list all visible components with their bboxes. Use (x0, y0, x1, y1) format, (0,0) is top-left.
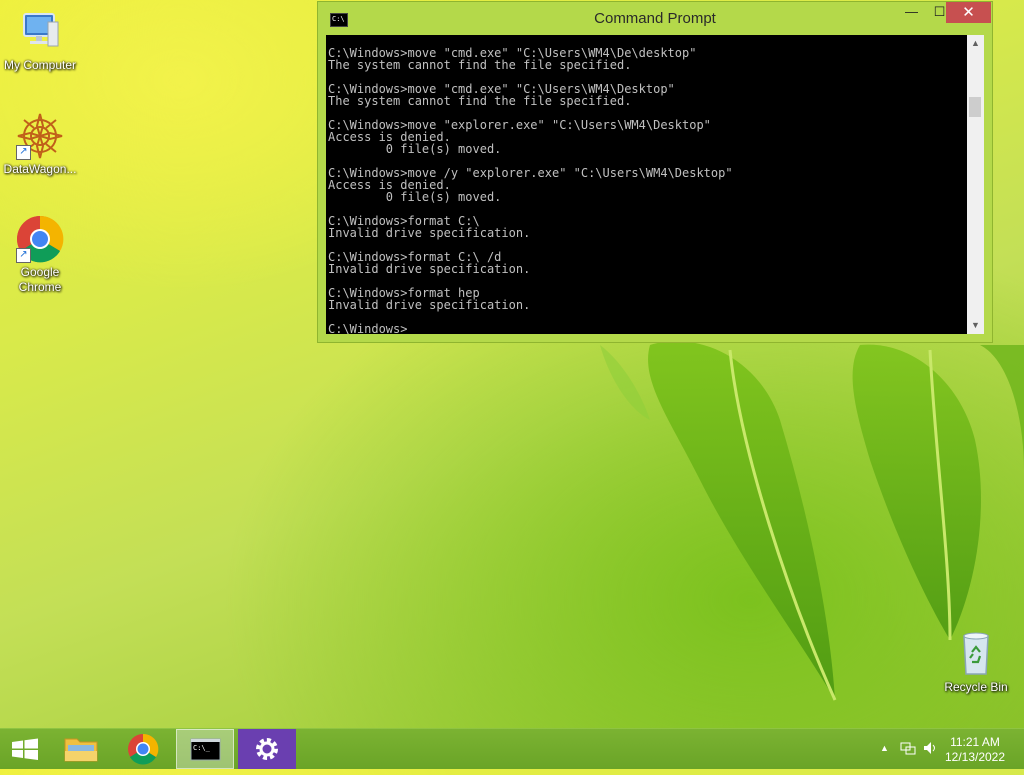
desktop-icon-label: Google Chrome (18, 265, 62, 294)
desktop-icon-recycle-bin[interactable]: Recycle Bin (936, 630, 1016, 695)
network-icon[interactable] (900, 740, 916, 759)
datawagon-icon: ↗ (16, 112, 64, 160)
taskbar-settings[interactable] (238, 729, 296, 769)
minimize-button[interactable]: — (898, 2, 925, 23)
console-text: C:\Windows>move "cmd.exe" "C:\Users\WM4\… (328, 46, 733, 334)
clock-time: 11:21 AM (950, 735, 1000, 749)
desktop-icon-label: DataWagon... (3, 162, 77, 176)
scroll-up-icon[interactable]: ▲ (967, 35, 984, 52)
shortcut-arrow-icon: ↗ (16, 145, 31, 160)
desktop-icon-datawagon[interactable]: ↗ DataWagon... (0, 112, 80, 177)
console-output[interactable]: C:\Windows>move "cmd.exe" "C:\Users\WM4\… (326, 35, 967, 334)
command-prompt-window[interactable]: C:\ Command Prompt — ☐ ✕ C:\Windows>move… (317, 1, 993, 343)
chrome-icon: ↗ (16, 215, 64, 263)
chrome-icon (128, 733, 159, 765)
cmd-icon: C:\_ (190, 738, 221, 761)
show-hidden-icons-button[interactable]: ▲ (880, 743, 889, 753)
desktop-icon-my-computer[interactable]: My Computer (0, 8, 80, 73)
close-button[interactable]: ✕ (946, 2, 991, 23)
gear-icon (256, 738, 278, 760)
folder-icon (64, 738, 98, 762)
taskbar-google-chrome[interactable] (114, 729, 172, 769)
recycle-bin-icon (952, 630, 1000, 678)
scroll-down-icon[interactable]: ▼ (967, 317, 984, 334)
start-button[interactable] (0, 729, 58, 769)
vertical-scrollbar[interactable]: ▲ ▼ (967, 35, 984, 334)
taskbar: C:\_ ▲ 11:21 AM 12/13/2022 (0, 728, 1024, 769)
windows-logo-icon (12, 738, 38, 760)
window-title: Command Prompt (594, 10, 716, 27)
clock-date: 12/13/2022 (944, 750, 1006, 764)
computer-icon (16, 8, 64, 56)
taskbar-file-explorer[interactable] (52, 729, 110, 769)
desktop-icon-label: Recycle Bin (944, 680, 1008, 694)
desktop-icon-label: My Computer (3, 58, 77, 72)
desktop-icon-google-chrome[interactable]: ↗ Google Chrome (0, 215, 80, 295)
volume-icon[interactable] (922, 740, 938, 759)
scrollbar-thumb[interactable] (969, 97, 981, 117)
svg-text:C:\_: C:\_ (193, 744, 211, 752)
window-titlebar[interactable]: C:\ Command Prompt — ☐ ✕ (318, 2, 992, 34)
system-tray: ▲ 11:21 AM 12/13/2022 (864, 729, 1024, 769)
clock[interactable]: 11:21 AM 12/13/2022 (940, 735, 1010, 765)
taskbar-command-prompt[interactable]: C:\_ (176, 729, 234, 769)
shortcut-arrow-icon: ↗ (16, 248, 31, 263)
